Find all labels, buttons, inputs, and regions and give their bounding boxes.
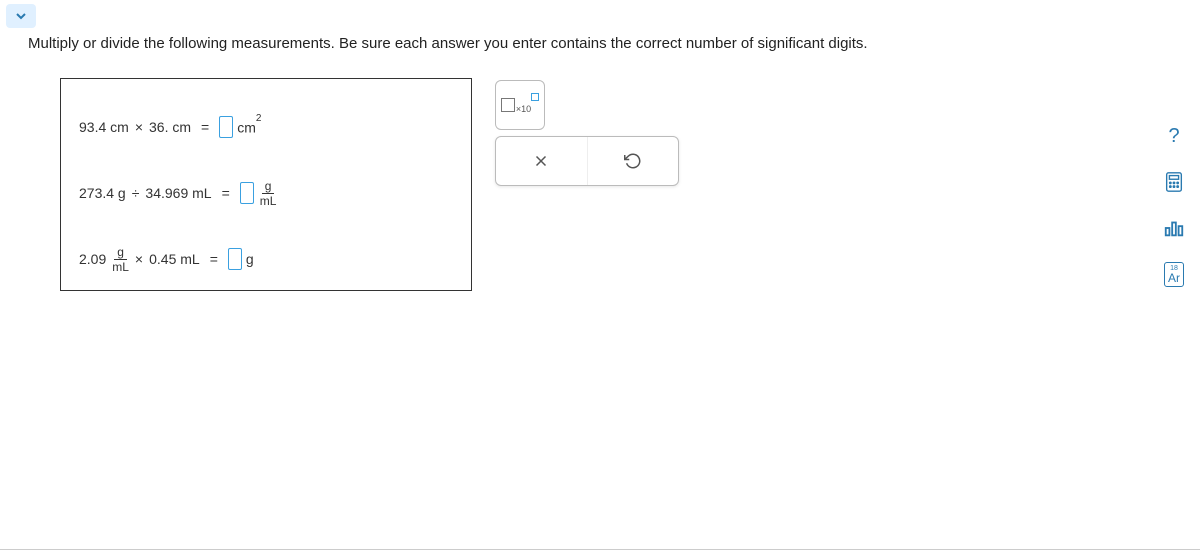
collapse-toggle[interactable]: [6, 4, 36, 28]
help-icon: ?: [1168, 125, 1179, 148]
reset-button[interactable]: [587, 137, 679, 185]
help-button[interactable]: ?: [1158, 120, 1190, 152]
eq2-unit: g mL: [260, 180, 277, 207]
undo-icon: [624, 152, 642, 170]
scientific-notation-button[interactable]: ×10: [495, 80, 545, 130]
eq1-b: 36. cm: [149, 119, 191, 135]
equation-3: 2.09 g mL × 0.45 mL = g: [79, 235, 453, 283]
eq3-coef: 2.09: [79, 251, 106, 267]
side-rail: ? 18 Ar: [1148, 120, 1200, 290]
equals-sign: =: [222, 185, 230, 201]
eq1-op: ×: [135, 119, 143, 135]
element-icon: 18 Ar: [1164, 262, 1184, 287]
eq2-answer-input[interactable]: [240, 182, 254, 204]
problem-box: 93.4 cm × 36. cm = cm2 273.4 g ÷ 34.969 …: [60, 78, 472, 291]
equation-1: 93.4 cm × 36. cm = cm2: [79, 103, 453, 151]
eq2-b: 34.969 mL: [145, 185, 211, 201]
placeholder-box-icon: [501, 98, 515, 112]
equals-sign: =: [210, 251, 218, 267]
question-text: Multiply or divide the following measure…: [28, 35, 868, 52]
graph-button[interactable]: [1158, 212, 1190, 244]
exponent-box-icon: [531, 93, 539, 101]
chevron-down-icon: [13, 8, 29, 24]
eq1-a: 93.4 cm: [79, 119, 129, 135]
eq3-unit: g: [246, 251, 254, 267]
action-row: [495, 136, 679, 186]
eq3-b: 0.45 mL: [149, 251, 200, 267]
eq1-unit: cm2: [237, 119, 261, 136]
eq1-answer-input[interactable]: [219, 116, 233, 138]
clear-button[interactable]: [496, 137, 587, 185]
eq2-op: ÷: [132, 185, 140, 201]
calculator-button[interactable]: [1158, 166, 1190, 198]
periodic-table-button[interactable]: 18 Ar: [1158, 258, 1190, 290]
eq3-answer-input[interactable]: [228, 248, 242, 270]
equals-sign: =: [201, 119, 209, 135]
equation-2: 273.4 g ÷ 34.969 mL = g mL: [79, 169, 453, 217]
toolbox: ×10: [495, 80, 665, 130]
bar-chart-icon: [1163, 217, 1185, 239]
divider: [0, 549, 1200, 550]
close-icon: [532, 152, 550, 170]
eq2-a: 273.4 g: [79, 185, 126, 201]
eq3-frac: g mL: [112, 246, 129, 273]
eq3-op: ×: [135, 251, 143, 267]
calculator-icon: [1163, 171, 1185, 193]
